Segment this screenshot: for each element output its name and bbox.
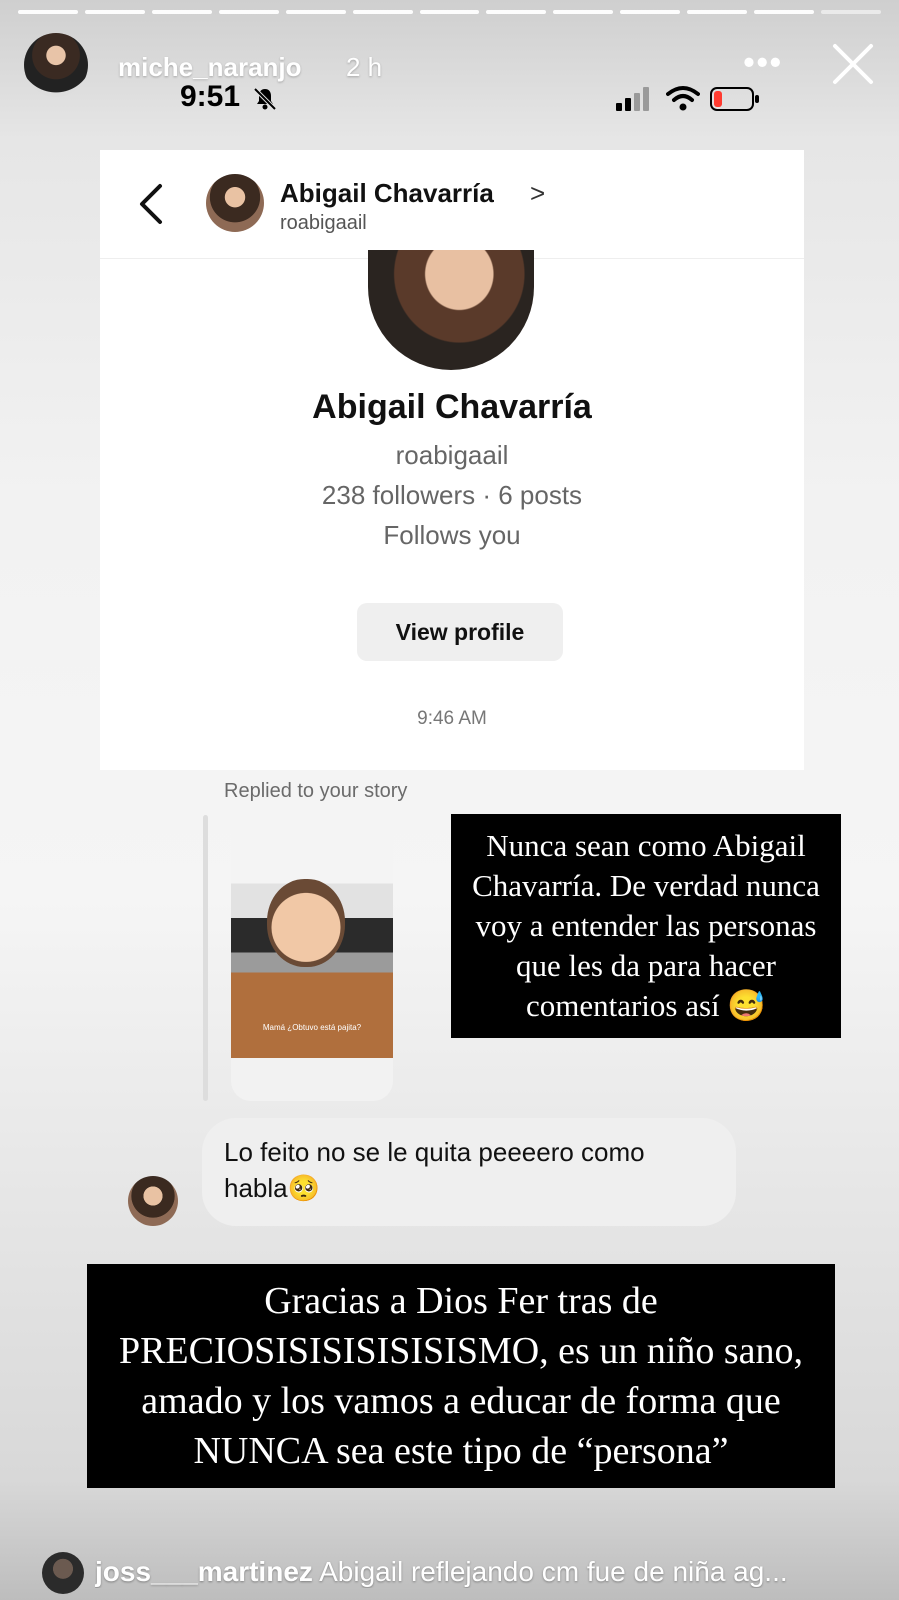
progress-segment	[285, 10, 346, 14]
story-author-avatar[interactable]	[24, 33, 88, 97]
dm-contact-username: roabigaail	[280, 212, 367, 234]
progress-segment	[151, 10, 212, 14]
story-text-overlay-top: Nunca sean como Abigail Chavarría. De ve…	[451, 814, 841, 1038]
reply-quote-bar	[203, 815, 208, 1101]
status-bar-time: 9:51	[180, 80, 241, 113]
progress-segment	[18, 10, 78, 14]
profile-username: roabigaail	[395, 440, 509, 470]
view-profile-button[interactable]: View profile	[357, 603, 563, 661]
progress-segment	[419, 10, 480, 14]
overlay-text-bottom: Gracias a Dios Fer tras de PRECIOSISISIS…	[118, 1280, 804, 1472]
battery-icon	[710, 87, 759, 111]
story-progress-bar	[18, 10, 881, 14]
progress-segment	[352, 10, 413, 14]
commenter-username[interactable]: joss___martinez	[95, 1556, 313, 1587]
story-author-username[interactable]: miche_naranjo	[118, 52, 302, 83]
commenter-avatar[interactable]	[42, 1552, 84, 1594]
progress-segment	[620, 10, 681, 14]
progress-segment-active	[754, 10, 815, 14]
child-face-image	[267, 879, 345, 967]
replied-to-story-label: Replied to your story	[224, 780, 408, 802]
comment-preview[interactable]: joss___martinez Abigail reflejando cm fu…	[95, 1556, 885, 1588]
sender-avatar[interactable]	[128, 1176, 178, 1226]
more-horizontal-icon[interactable]: •••	[743, 44, 783, 81]
profile-follows-you: Follows you	[383, 520, 521, 550]
overlay-text-top: Nunca sean como Abigail Chavarría. De ve…	[472, 828, 820, 1023]
story-thumbnail-caption: Mamá ¿Obtuvo está pajita?	[262, 1023, 362, 1032]
dm-header: Abigail Chavarría > roabigaail	[100, 150, 804, 259]
progress-segment	[486, 10, 547, 14]
profile-photo[interactable]	[368, 250, 534, 370]
bell-slash-icon	[253, 87, 277, 111]
close-icon[interactable]	[831, 42, 875, 86]
signal-icon	[616, 87, 649, 111]
progress-segment	[84, 10, 145, 14]
message-text: Lo feito no se le quita peeeero como hab…	[224, 1137, 645, 1203]
dm-contact-avatar[interactable]	[206, 174, 264, 232]
story-text-overlay-bottom: Gracias a Dios Fer tras de PRECIOSISISIS…	[87, 1264, 835, 1488]
message-bubble[interactable]: Lo feito no se le quita peeeero como hab…	[202, 1118, 736, 1226]
progress-segment	[687, 10, 748, 14]
progress-segment	[821, 10, 881, 14]
profile-stats: 238 followers · 6 posts	[321, 480, 583, 510]
profile-name: Abigail Chavarría	[312, 388, 592, 426]
chevron-right-icon[interactable]: >	[530, 178, 545, 209]
replied-story-thumbnail[interactable]: Mamá ¿Obtuvo está pajita?	[231, 815, 393, 1101]
story-comment-bar[interactable]: joss___martinez Abigail reflejando cm fu…	[0, 1544, 899, 1600]
progress-segment	[553, 10, 614, 14]
story-post-time: 2 h	[346, 52, 383, 82]
comment-text: Abigail reflejando cm fue de niña ag...	[319, 1556, 788, 1587]
back-chevron-icon[interactable]	[136, 182, 166, 226]
dm-contact-name[interactable]: Abigail Chavarría	[280, 178, 494, 209]
progress-segment	[218, 10, 279, 14]
dm-conversation: Abigail Chavarría > roabigaail Abigail C…	[100, 150, 804, 770]
wifi-icon	[666, 86, 700, 111]
message-timestamp: 9:46 AM	[417, 708, 487, 729]
